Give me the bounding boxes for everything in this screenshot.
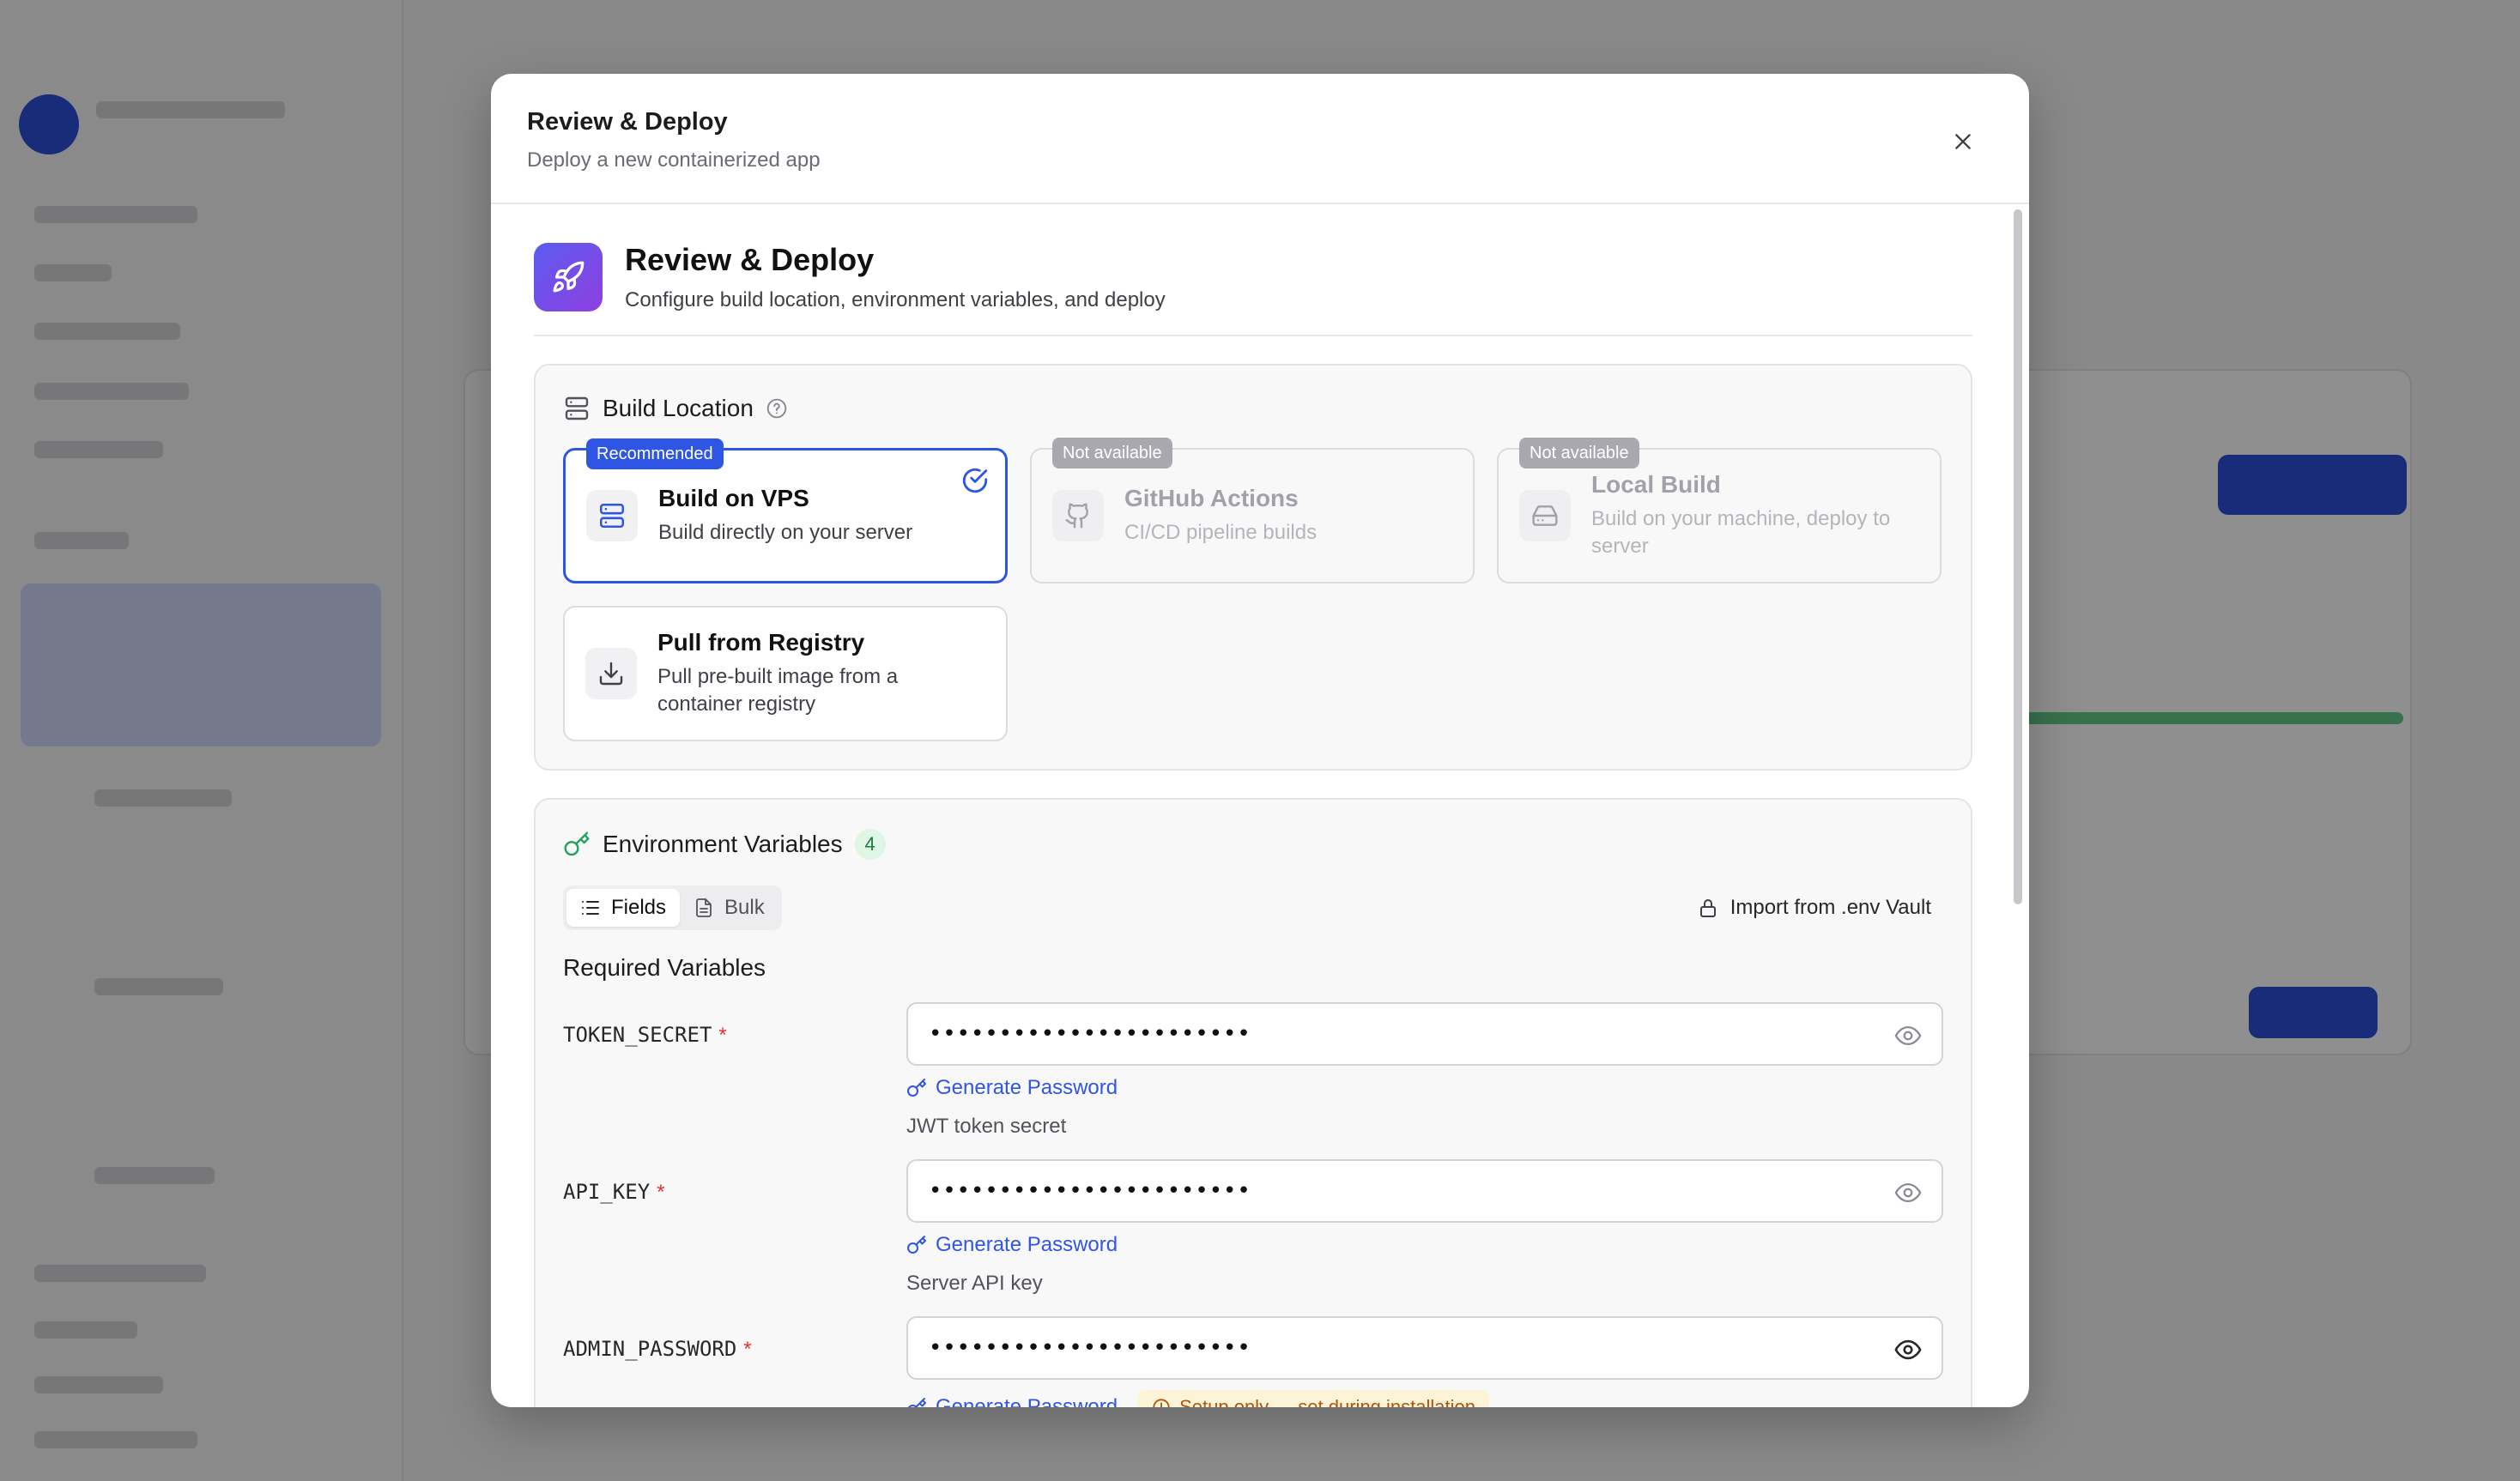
list-icon	[580, 898, 601, 918]
env-variable-row: ADMIN_PASSWORD* Gener	[563, 1316, 1943, 1407]
modal-subtitle: Deploy a new containerized app	[527, 148, 821, 172]
server-icon	[563, 395, 591, 422]
eye-icon[interactable]	[1893, 1335, 1923, 1369]
not-available-badge: Not available	[1052, 438, 1172, 468]
not-available-badge: Not available	[1519, 438, 1639, 468]
build-location-panel: Build Location Recommended Build on VPS …	[534, 364, 1972, 771]
variable-hint: JWT token secret	[906, 1115, 1067, 1138]
modal-title: Review & Deploy	[527, 108, 728, 136]
option-description: Build directly on your server	[658, 521, 913, 544]
setup-only-label: Setup only — set during installation	[1179, 1396, 1475, 1407]
required-marker: *	[743, 1338, 752, 1361]
env-variable-row: TOKEN_SECRET * Generate Password	[563, 1002, 1943, 1139]
generate-password-label: Generate Password	[936, 1076, 1118, 1099]
variable-field: Generate Password Server API key	[906, 1159, 1943, 1296]
eye-icon[interactable]	[1893, 1021, 1923, 1055]
generate-password-label: Generate Password	[936, 1233, 1118, 1256]
generate-password-label: Generate Password	[936, 1395, 1118, 1407]
lock-icon	[1698, 898, 1718, 918]
eye-icon[interactable]	[1893, 1178, 1923, 1212]
build-location-heading: Build Location	[563, 395, 1943, 422]
generate-password-link[interactable]: Generate Password	[906, 1076, 1118, 1100]
build-location-title: Build Location	[603, 395, 754, 421]
tab-fields[interactable]: Fields	[566, 889, 681, 927]
api-key-input[interactable]	[908, 1161, 1941, 1221]
env-mode-tabs: Fields Bulk	[563, 886, 782, 930]
recommended-badge: Recommended	[586, 438, 724, 469]
variable-input-wrapper	[906, 1002, 1943, 1066]
option-description: Build on your machine, deploy to server	[1591, 507, 1891, 558]
required-marker: *	[657, 1181, 665, 1204]
env-toolbar: Fields Bulk Import from .env Vault	[563, 886, 1943, 930]
generate-password-link[interactable]: Generate Password	[906, 1233, 1118, 1257]
variable-field: Generate Password JWT token secret	[906, 1002, 1943, 1139]
option-description: Pull pre-built image from a container re…	[657, 665, 899, 716]
build-option-github-actions: Not available GitHub Actions CI/CD pipel…	[1030, 438, 1475, 583]
step-header: Review & Deploy Configure build location…	[534, 204, 1972, 336]
env-heading: Environment Variables 4	[563, 829, 1943, 860]
import-label: Import from .env Vault	[1729, 896, 1931, 919]
token-secret-input[interactable]	[908, 1004, 1941, 1064]
modal-body: Review & Deploy Configure build location…	[491, 204, 2029, 1407]
option-description: CI/CD pipeline builds	[1124, 521, 1318, 544]
variable-count-badge: 4	[854, 829, 886, 860]
variable-input-wrapper	[906, 1316, 1943, 1380]
environment-variables-panel: Environment Variables 4 Fields Bulk Impo…	[534, 798, 1972, 1407]
build-location-options: Recommended Build on VPS Build directly …	[563, 438, 1943, 741]
variable-label: TOKEN_SECRET *	[563, 1002, 906, 1139]
option-name: GitHub Actions	[1124, 485, 1299, 511]
file-text-icon	[694, 898, 714, 918]
clock-icon	[1152, 1398, 1171, 1407]
env-variable-row: API_KEY * Generate Password	[563, 1159, 1943, 1296]
variable-field: Generate Password Setup only — set durin…	[906, 1316, 1943, 1407]
tab-label: Bulk	[724, 896, 765, 919]
build-option-registry[interactable]: Pull from Registry Pull pre-built image …	[563, 606, 1008, 741]
variable-name: TOKEN_SECRET	[563, 1023, 712, 1047]
variable-label: API_KEY *	[563, 1159, 906, 1296]
build-option-vps[interactable]: Recommended Build on VPS Build directly …	[563, 438, 1008, 583]
generate-password-link[interactable]: Generate Password	[906, 1395, 1118, 1407]
option-name: Local Build	[1591, 471, 1721, 498]
variable-label: ADMIN_PASSWORD *	[563, 1316, 906, 1407]
close-button[interactable]	[1941, 120, 1984, 163]
step-title: Review & Deploy	[625, 242, 875, 277]
modal-header: Review & Deploy Deploy a new containeriz…	[491, 74, 2029, 204]
tab-label: Fields	[611, 896, 667, 919]
review-deploy-modal: Review & Deploy Deploy a new containeriz…	[491, 74, 2029, 1407]
download-icon	[585, 648, 637, 699]
tab-bulk[interactable]: Bulk	[680, 889, 778, 927]
step-description: Configure build location, environment va…	[625, 288, 1166, 311]
build-option-local: Not available Local Build Build on your …	[1497, 438, 1941, 583]
key-icon	[906, 1397, 927, 1407]
help-icon[interactable]	[766, 397, 788, 420]
required-variables-heading: Required Variables	[563, 954, 766, 981]
github-icon	[1052, 490, 1104, 541]
key-icon	[906, 1235, 927, 1255]
variable-input-wrapper	[906, 1159, 1943, 1223]
admin-password-input[interactable]	[908, 1318, 1941, 1378]
required-marker: *	[718, 1024, 727, 1047]
env-title: Environment Variables	[603, 831, 843, 857]
variable-name: API_KEY	[563, 1180, 651, 1204]
option-name: Pull from Registry	[657, 629, 865, 656]
close-icon	[1955, 134, 1971, 149]
key-icon	[906, 1078, 927, 1098]
server-icon	[586, 490, 638, 541]
variable-name: ADMIN_PASSWORD	[563, 1337, 737, 1361]
check-circle-icon	[960, 466, 990, 499]
import-env-vault-button[interactable]: Import from .env Vault	[1698, 896, 1943, 920]
variable-hint: Server API key	[906, 1272, 1043, 1295]
key-icon	[563, 831, 591, 858]
setup-only-badge: Setup only — set during installation	[1138, 1390, 1489, 1407]
rocket-icon	[534, 243, 603, 311]
hard-drive-icon	[1519, 490, 1571, 541]
option-name: Build on VPS	[658, 485, 809, 511]
